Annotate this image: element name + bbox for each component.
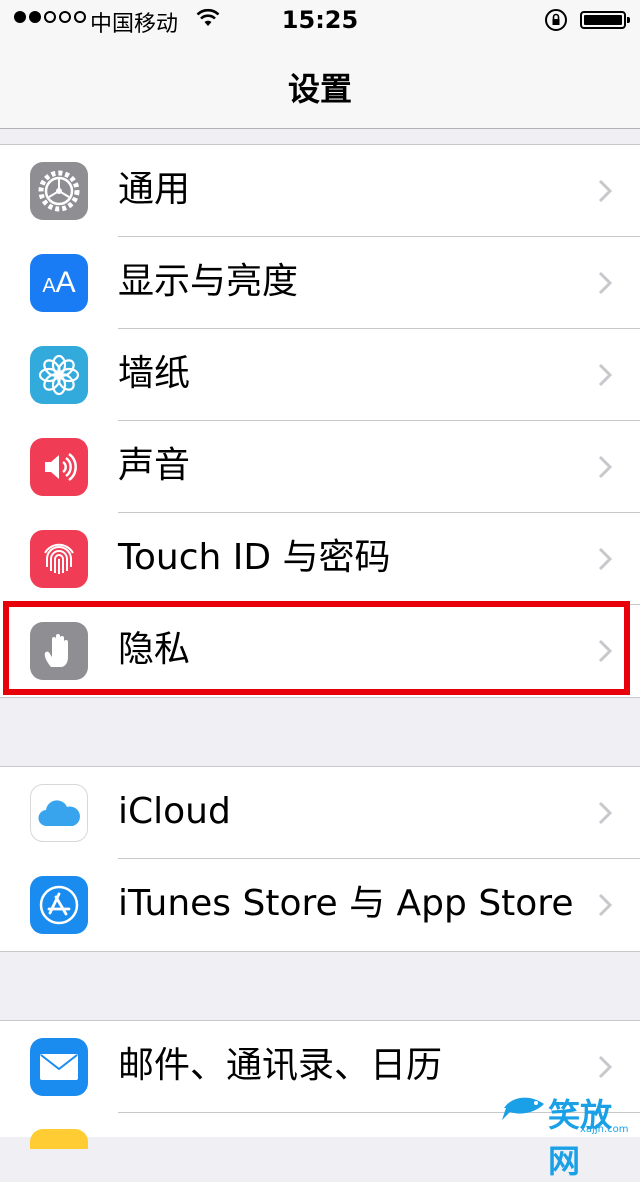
settings-row-label: 通用 bbox=[118, 169, 191, 210]
settings-row-display[interactable]: AA 显示与亮度 bbox=[0, 237, 640, 329]
fingerprint-icon bbox=[30, 530, 88, 588]
notes-icon-partial bbox=[30, 1129, 88, 1149]
app-store-icon bbox=[30, 876, 88, 934]
chevron-right-icon bbox=[598, 893, 613, 921]
speaker-icon bbox=[30, 438, 88, 496]
chevron-right-icon bbox=[598, 1055, 613, 1083]
cloud-icon bbox=[30, 784, 88, 842]
gear-icon bbox=[30, 162, 88, 220]
battery-icon bbox=[580, 11, 630, 29]
settings-row-icloud[interactable]: iCloud bbox=[0, 767, 640, 859]
settings-row-label: 声音 bbox=[118, 445, 191, 486]
settings-row-label: 显示与亮度 bbox=[118, 261, 299, 302]
settings-group-2: iCloud iTunes Store 与 App Store bbox=[0, 766, 640, 952]
watermark-logo-icon bbox=[500, 1086, 550, 1130]
settings-row-label: iCloud bbox=[118, 791, 231, 832]
chevron-right-icon bbox=[598, 639, 613, 667]
settings-row-wallpaper[interactable]: 墙纸 bbox=[0, 329, 640, 421]
settings-row-itunes-app-store[interactable]: iTunes Store 与 App Store bbox=[0, 859, 640, 951]
orientation-lock-icon bbox=[544, 8, 568, 36]
mail-icon bbox=[30, 1038, 88, 1096]
settings-row-general[interactable]: 通用 bbox=[0, 145, 640, 237]
settings-row-label: Touch ID 与密码 bbox=[118, 537, 391, 578]
settings-row-touch-id[interactable]: Touch ID 与密码 bbox=[0, 513, 640, 605]
status-bar: 中国移动 15:25 bbox=[0, 0, 640, 40]
settings-row-label: iTunes Store 与 App Store bbox=[118, 883, 574, 924]
chevron-right-icon bbox=[598, 801, 613, 829]
hand-icon bbox=[30, 622, 88, 680]
settings-row-label: 邮件、通讯录、日历 bbox=[118, 1045, 443, 1086]
watermark-brand: 笑放网 bbox=[548, 1096, 613, 1180]
settings-row-label: 隐私 bbox=[118, 629, 191, 670]
chevron-right-icon bbox=[598, 363, 613, 391]
settings-row-sounds[interactable]: 声音 bbox=[0, 421, 640, 513]
chevron-right-icon bbox=[598, 547, 613, 575]
flower-icon bbox=[30, 346, 88, 404]
navigation-bar: 设置 bbox=[0, 40, 640, 129]
settings-row-privacy[interactable]: 隐私 bbox=[0, 605, 640, 697]
settings-row-label: 墙纸 bbox=[118, 353, 191, 394]
chevron-right-icon bbox=[598, 271, 613, 299]
text-size-icon: AA bbox=[30, 254, 88, 312]
watermark-url: xajjn.com bbox=[580, 1124, 629, 1135]
page-title: 设置 bbox=[287, 70, 352, 108]
chevron-right-icon bbox=[598, 455, 613, 483]
settings-group-1: 通用 AA 显示与亮度 墙纸 声音 Touch ID 与密码 隐私 bbox=[0, 144, 640, 698]
chevron-right-icon bbox=[598, 179, 613, 207]
